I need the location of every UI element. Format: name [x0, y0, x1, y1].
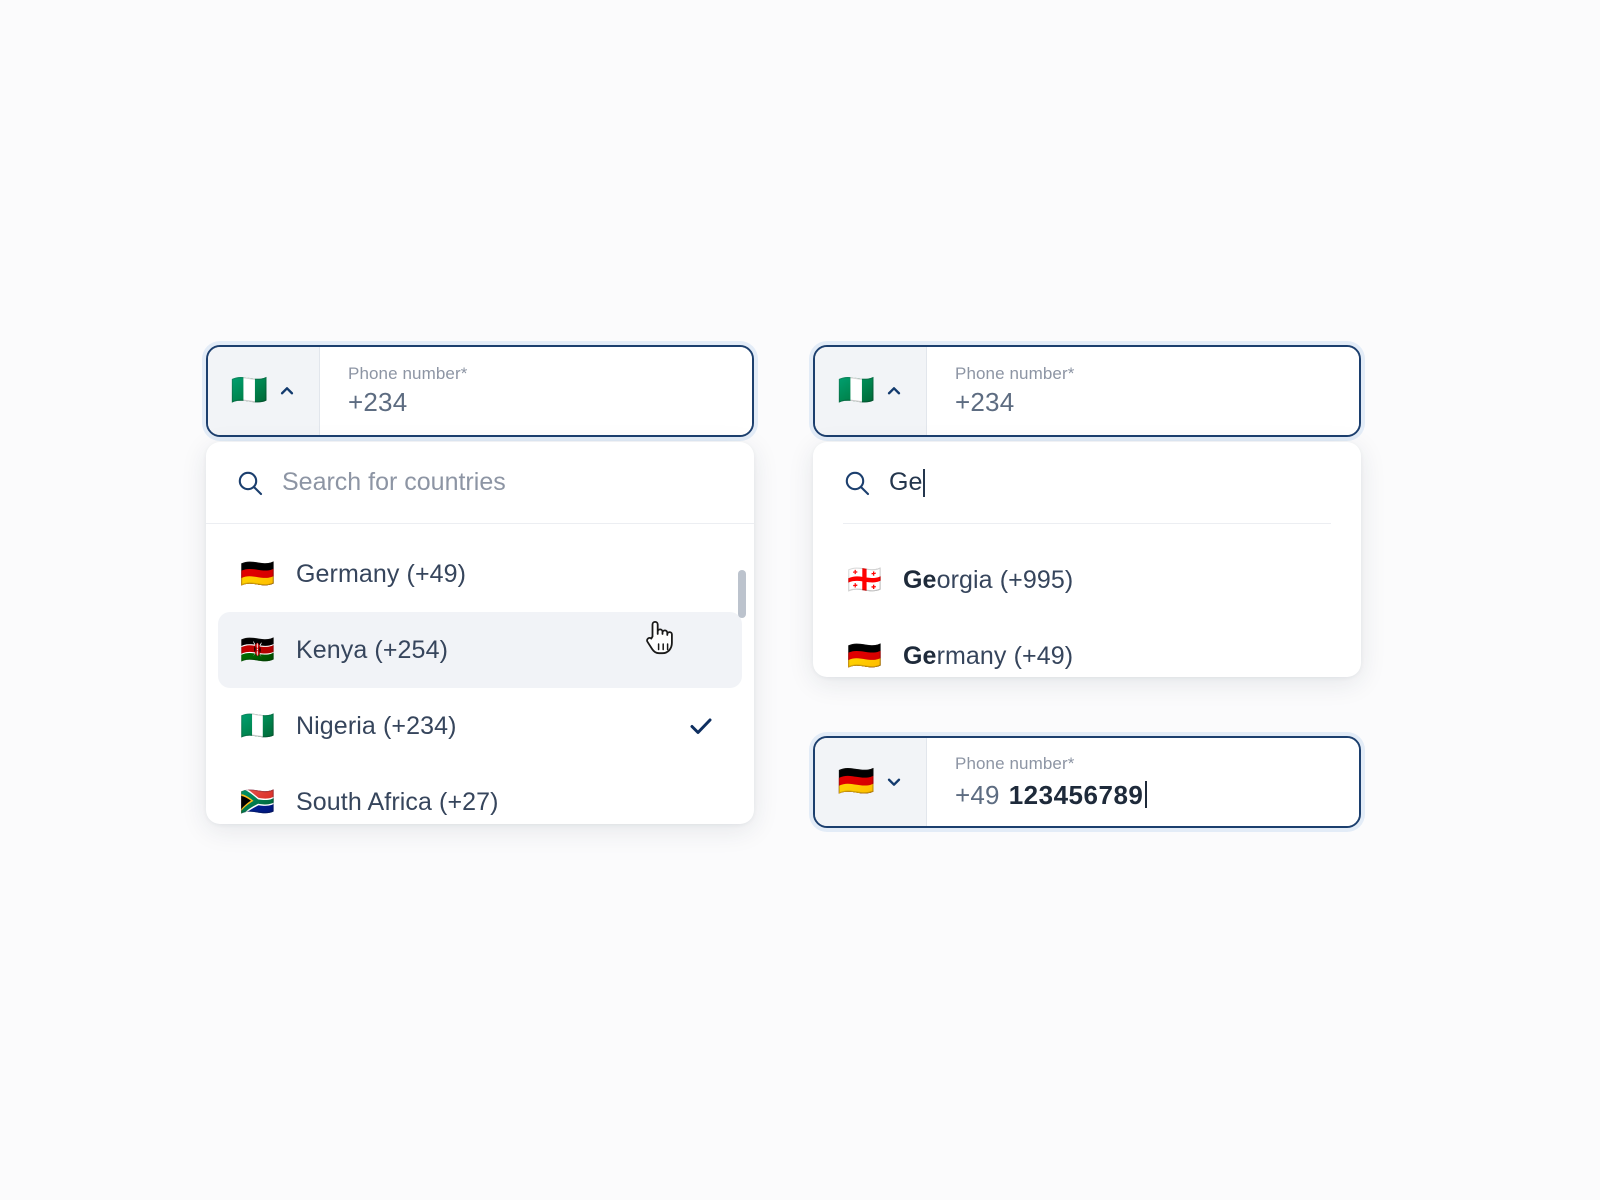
phone-value-right: +234	[955, 387, 1339, 418]
list-item[interactable]: 🇬🇪 Georgia (+995)	[825, 542, 1349, 618]
phone-number-text: 123456789	[1008, 779, 1144, 810]
phone-value-left: +234	[348, 387, 732, 418]
text-caret	[1145, 780, 1148, 808]
list-item[interactable]: 🇿🇦 South Africa (+27)	[218, 764, 742, 824]
phone-value-filled: +49 123456789	[955, 777, 1339, 811]
country-dropdown-default[interactable]: Search for countries 🇩🇪 Germany (+49) 🇰🇪…	[206, 442, 754, 824]
country-label: South Africa (+27)	[296, 787, 499, 816]
country-list-filtered: 🇬🇪 Georgia (+995) 🇩🇪 Germany (+49)	[813, 524, 1361, 677]
list-item[interactable]: 🇳🇬 Nigeria (+234)	[218, 688, 742, 764]
nigeria-flag-icon: 🇳🇬	[837, 373, 876, 408]
dial-code-right: +234	[955, 387, 1015, 417]
phone-field-right[interactable]: 🇳🇬 Phone number* +234	[813, 345, 1361, 437]
list-item[interactable]: 🇩🇪 Germany (+49)	[218, 536, 742, 612]
country-search-input-filtered[interactable]: Ge	[889, 468, 926, 497]
canvas: 🇳🇬 Phone number* +234 Search for countri…	[0, 0, 1600, 1200]
country-label: Georgia (+995)	[903, 566, 1073, 595]
dial-code-filled: +49	[955, 779, 1000, 810]
phone-input-left[interactable]: Phone number* +234	[320, 347, 752, 435]
search-icon	[845, 471, 870, 495]
phone-label-left: Phone number*	[348, 364, 468, 383]
country-search-value: Ge	[889, 468, 923, 496]
selected-check-icon	[690, 718, 712, 734]
country-search-placeholder: Search for countries	[282, 468, 506, 496]
dial-code-left: +234	[348, 387, 408, 417]
phone-input-filled[interactable]: Phone number* +49 123456789	[927, 738, 1359, 826]
country-select-trigger-left[interactable]: 🇳🇬	[208, 347, 320, 435]
country-label: Germany (+49)	[903, 642, 1073, 671]
country-list-default: 🇩🇪 Germany (+49) 🇰🇪 Kenya (+254) 🇳🇬 Nige…	[206, 524, 754, 824]
country-label: Nigeria (+234)	[296, 711, 457, 740]
country-label-rest: orgia (+995)	[936, 565, 1074, 594]
germany-flag-icon: 🇩🇪	[240, 557, 275, 590]
scrollbar-thumb[interactable]	[738, 570, 746, 618]
country-select-trigger-right[interactable]: 🇳🇬	[815, 347, 927, 435]
phone-field-filled[interactable]: 🇩🇪 Phone number* +49 123456789	[813, 736, 1361, 828]
match-highlight: Ge	[903, 641, 937, 670]
text-caret	[923, 468, 926, 497]
chevron-up-icon[interactable]	[885, 382, 903, 400]
chevron-down-icon[interactable]	[885, 773, 903, 791]
nigeria-flag-icon: 🇳🇬	[240, 709, 275, 742]
country-label: Kenya (+254)	[296, 635, 448, 664]
list-item[interactable]: 🇩🇪 Germany (+49)	[825, 618, 1349, 677]
south-africa-flag-icon: 🇿🇦	[240, 785, 275, 818]
germany-flag-icon: 🇩🇪	[847, 639, 882, 672]
country-search-input[interactable]: Search for countries	[282, 468, 506, 497]
country-label: Germany (+49)	[296, 559, 467, 588]
phone-input-right[interactable]: Phone number* +234	[927, 347, 1359, 435]
match-highlight: Ge	[903, 565, 937, 594]
country-list-scrollbar[interactable]	[738, 556, 746, 814]
georgia-flag-icon: 🇬🇪	[847, 563, 882, 596]
country-select-trigger-filled[interactable]: 🇩🇪	[815, 738, 927, 826]
chevron-up-icon[interactable]	[278, 382, 296, 400]
phone-label-filled: Phone number*	[955, 753, 1075, 773]
kenya-flag-icon: 🇰🇪	[240, 633, 275, 666]
country-label-rest: rmany (+49)	[936, 641, 1074, 670]
country-dropdown-filtered[interactable]: Ge 🇬🇪 Georgia (+995) 🇩🇪 Germany (+49)	[813, 442, 1361, 677]
country-search-row-filtered[interactable]: Ge	[813, 442, 1361, 523]
phone-field-left[interactable]: 🇳🇬 Phone number* +234	[206, 345, 754, 437]
search-icon	[238, 471, 263, 495]
nigeria-flag-icon: 🇳🇬	[230, 373, 269, 408]
list-item[interactable]: 🇰🇪 Kenya (+254)	[218, 612, 742, 688]
phone-label-right: Phone number*	[955, 364, 1075, 383]
country-search-row[interactable]: Search for countries	[206, 442, 754, 523]
germany-flag-icon: 🇩🇪	[837, 764, 876, 799]
